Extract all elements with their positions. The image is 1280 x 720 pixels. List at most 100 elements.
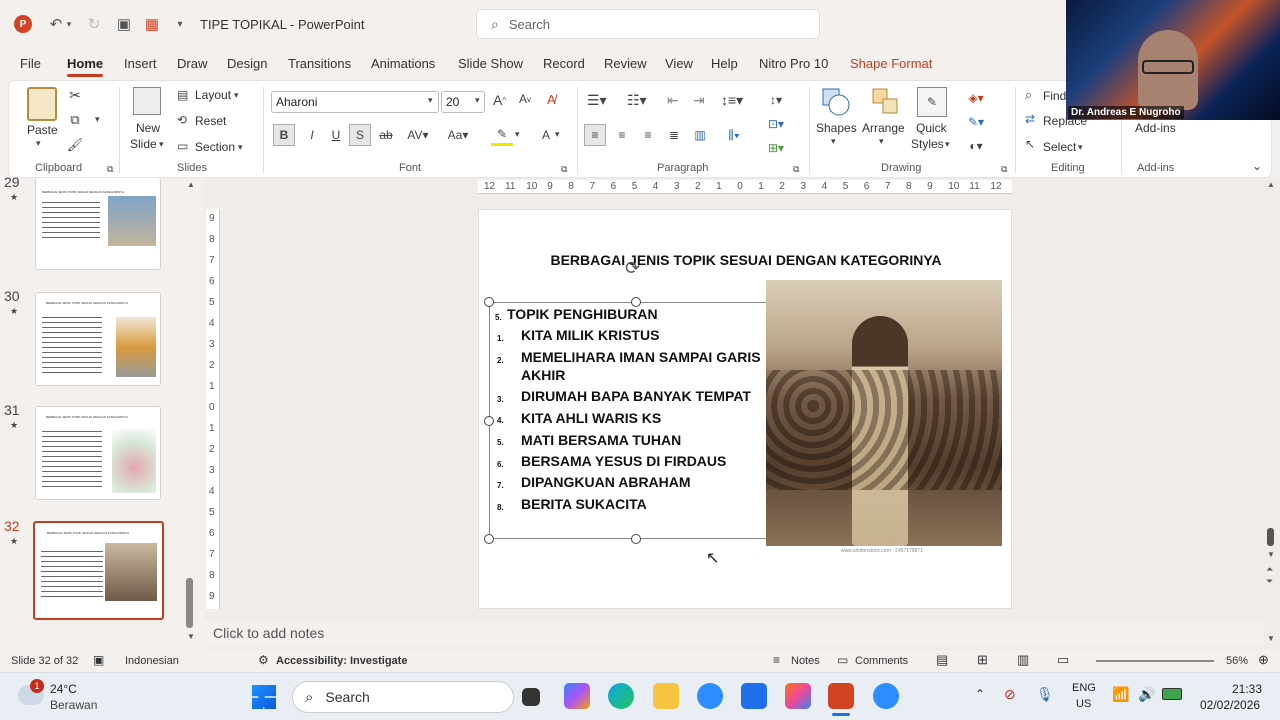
zoom-slider[interactable] <box>1096 660 1214 662</box>
edge-icon[interactable] <box>608 683 634 709</box>
temperature[interactable]: 24°C <box>50 682 77 696</box>
crowd-image[interactable] <box>766 280 1002 546</box>
line-spacing-icon[interactable]: ↕≡▾ <box>721 92 743 109</box>
align-center-icon[interactable]: ≡ <box>611 124 633 146</box>
align-text-icon[interactable]: ⊡▾ <box>761 114 791 134</box>
clipboard-launcher-icon[interactable]: ⧉ <box>107 164 113 175</box>
find-icon[interactable]: ⌕ <box>1025 87 1032 103</box>
shadow-icon[interactable]: S <box>349 124 371 146</box>
tab-view[interactable]: View <box>665 56 693 71</box>
justify-icon[interactable]: ≣ <box>663 124 685 146</box>
smartart-icon[interactable]: ⊞▾ <box>761 138 791 158</box>
normal-view-icon[interactable]: ▤ <box>936 652 948 668</box>
highlight-icon[interactable]: ✎ <box>491 124 513 146</box>
select-dropdown-icon[interactable]: ▾ <box>1078 142 1083 153</box>
collapse-ribbon-icon[interactable]: ⌄ <box>1252 159 1262 173</box>
tab-shape-format[interactable]: Shape Format <box>850 56 932 71</box>
powerpoint-taskbar-icon[interactable] <box>828 683 854 709</box>
zoom-level[interactable]: 56% <box>1226 655 1248 667</box>
find-button[interactable]: Find <box>1043 89 1066 103</box>
highlight-dropdown-icon[interactable]: ▾ <box>515 129 520 140</box>
slide-thumbnail-31[interactable]: BERBAGAI JENIS TOPIK SESUAI DENGAN KATEG… <box>35 406 161 500</box>
section-button[interactable]: Section <box>195 140 235 154</box>
underline-icon[interactable]: U <box>325 124 347 146</box>
copilot-icon[interactable] <box>564 683 590 709</box>
new-slide-label-2[interactable]: Slide <box>130 137 157 151</box>
shape-outline-icon[interactable]: ✎▾ <box>961 113 991 131</box>
shape-effects-icon[interactable]: ◐▾ <box>961 137 991 155</box>
bold-icon[interactable]: B <box>273 124 295 146</box>
layout-button[interactable]: Layout <box>195 88 231 102</box>
layout-dropdown-icon[interactable]: ▾ <box>234 90 239 101</box>
grid-icon[interactable]: ▦ <box>142 14 162 34</box>
text-direction-icon[interactable]: ↕▾ <box>761 90 791 110</box>
paste-label[interactable]: Paste <box>27 123 58 137</box>
copy-dropdown-icon[interactable]: ▾ <box>95 114 100 125</box>
slide-title[interactable]: BERBAGAI JENIS TOPIK SESUAI DENGAN KATEG… <box>479 252 1013 268</box>
thumbnail-scrollbar[interactable]: ▲ ▼ <box>186 180 195 641</box>
font-size-dropdown-icon[interactable]: ▾ <box>475 95 480 106</box>
customize-qat-icon[interactable]: ▾ <box>170 14 190 34</box>
increase-indent-icon[interactable]: ⇥ <box>693 92 705 109</box>
column-options-icon[interactable]: ⫼▾ <box>719 124 749 146</box>
tab-animations[interactable]: Animations <box>371 56 435 71</box>
start-icon[interactable] <box>252 685 276 709</box>
undo-icon[interactable]: ↶ <box>46 14 66 34</box>
tab-record[interactable]: Record <box>543 56 585 71</box>
spellcheck-icon[interactable]: ▣ <box>93 653 104 667</box>
shapes-button[interactable]: Shapes <box>816 121 857 135</box>
new-slide-label[interactable]: New <box>136 121 160 135</box>
cut-icon[interactable]: ✂ <box>67 87 83 103</box>
align-right-icon[interactable]: ≡ <box>637 124 659 146</box>
character-spacing-icon[interactable]: AV▾ <box>403 124 433 146</box>
tab-home[interactable]: Home <box>67 56 104 77</box>
clock-date[interactable]: 02/02/2026 <box>1200 698 1260 712</box>
copilot-app-icon[interactable] <box>785 683 811 709</box>
select-button[interactable]: Select <box>1043 140 1076 154</box>
format-painter-icon[interactable]: 🖌 <box>67 137 84 153</box>
zoom-meeting-icon[interactable] <box>873 683 899 709</box>
bullets-icon[interactable]: ☰▾ <box>587 92 607 109</box>
new-slide-icon[interactable] <box>133 87 161 115</box>
tab-design[interactable]: Design <box>227 56 267 71</box>
arrange-icon[interactable] <box>871 87 901 117</box>
tab-draw[interactable]: Draw <box>177 56 207 71</box>
section-icon[interactable]: ▭ <box>177 139 188 153</box>
shapes-icon[interactable] <box>821 87 851 117</box>
resize-handle[interactable] <box>484 416 494 426</box>
replace-icon[interactable]: ⇄ <box>1025 112 1035 126</box>
store-icon[interactable] <box>741 683 767 709</box>
tab-transitions[interactable]: Transitions <box>288 56 351 71</box>
reset-button[interactable]: Reset <box>195 114 226 128</box>
wifi-icon[interactable]: 📶 <box>1112 686 1129 703</box>
tab-help[interactable]: Help <box>711 56 738 71</box>
new-slide-dropdown-icon[interactable]: ▾ <box>159 139 164 150</box>
paste-icon[interactable] <box>27 87 57 121</box>
quick-styles-label[interactable]: Quick <box>916 121 947 135</box>
italic-icon[interactable]: I <box>301 124 323 146</box>
taskbar-search[interactable]: ⌕ Search <box>292 681 514 713</box>
layout-icon[interactable]: ▤ <box>177 88 188 102</box>
clock-time[interactable]: 21:33 <box>1232 682 1262 696</box>
volume-icon[interactable]: 🔊 <box>1138 686 1155 703</box>
drawing-launcher-icon[interactable]: ⧉ <box>1001 164 1007 175</box>
slide-thumbnail-32[interactable]: BERBAGAI JENIS TOPIK SESUAI DENGAN KATEG… <box>33 521 164 620</box>
weather-status[interactable]: Berawan <box>50 698 97 712</box>
rotate-handle-icon[interactable]: ⟳ <box>625 258 640 279</box>
battery-icon[interactable] <box>1162 688 1182 700</box>
fit-slide-icon[interactable]: ⊕ <box>1258 652 1269 668</box>
align-left-icon[interactable]: ≡ <box>584 124 606 146</box>
slide-sorter-icon[interactable]: ⊞ <box>977 652 988 668</box>
decrease-font-icon[interactable]: Av <box>519 92 531 106</box>
section-dropdown-icon[interactable]: ▾ <box>238 142 243 153</box>
font-name-select[interactable]: Aharoni <box>271 91 439 113</box>
present-icon[interactable]: ▣ <box>114 14 134 34</box>
tab-insert[interactable]: Insert <box>124 56 157 71</box>
add-ins-button[interactable]: Add-ins <box>1135 121 1176 135</box>
font-color-dropdown-icon[interactable]: ▾ <box>555 129 560 140</box>
paragraph-launcher-icon[interactable]: ⧉ <box>793 164 799 175</box>
slide-thumbnail-30[interactable]: BERBAGAI JENIS TOPIK SESUAI DENGAN KATEG… <box>35 292 161 386</box>
notes-icon[interactable]: ≡ <box>773 653 780 667</box>
resize-handle[interactable] <box>484 534 494 544</box>
comments-button[interactable]: Comments <box>855 655 908 667</box>
